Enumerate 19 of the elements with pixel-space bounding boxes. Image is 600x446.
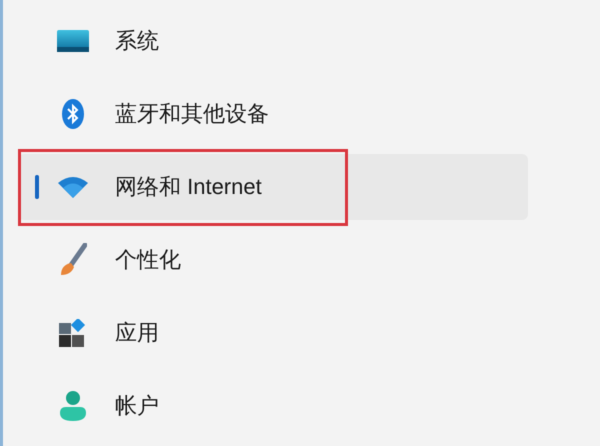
- item-label: 网络和 Internet: [115, 173, 262, 201]
- item-label: 个性化: [115, 246, 181, 274]
- item-label: 帐户: [115, 392, 159, 420]
- item-label: 应用: [115, 319, 159, 347]
- sidebar-item[interactable]: 蓝牙和其他设备: [18, 80, 528, 146]
- bluetooth-icon: [62, 98, 84, 128]
- paintbrush-icon: [59, 242, 87, 276]
- item-label: 系统: [115, 27, 159, 55]
- item-label: 蓝牙和其他设备: [115, 100, 269, 128]
- sidebar-item[interactable]: 帐户: [18, 372, 528, 438]
- selection-indicator: [35, 174, 39, 198]
- sidebar-item[interactable]: 网络和 Internet: [18, 154, 528, 220]
- sidebar-item[interactable]: 系统: [18, 8, 528, 74]
- person-icon: [60, 390, 86, 420]
- monitor-icon: [57, 30, 89, 52]
- apps-icon: [59, 318, 87, 346]
- wifi-icon: [58, 176, 88, 198]
- sidebar-item[interactable]: 应用: [18, 300, 528, 366]
- sidebar-item[interactable]: 个性化: [18, 226, 528, 292]
